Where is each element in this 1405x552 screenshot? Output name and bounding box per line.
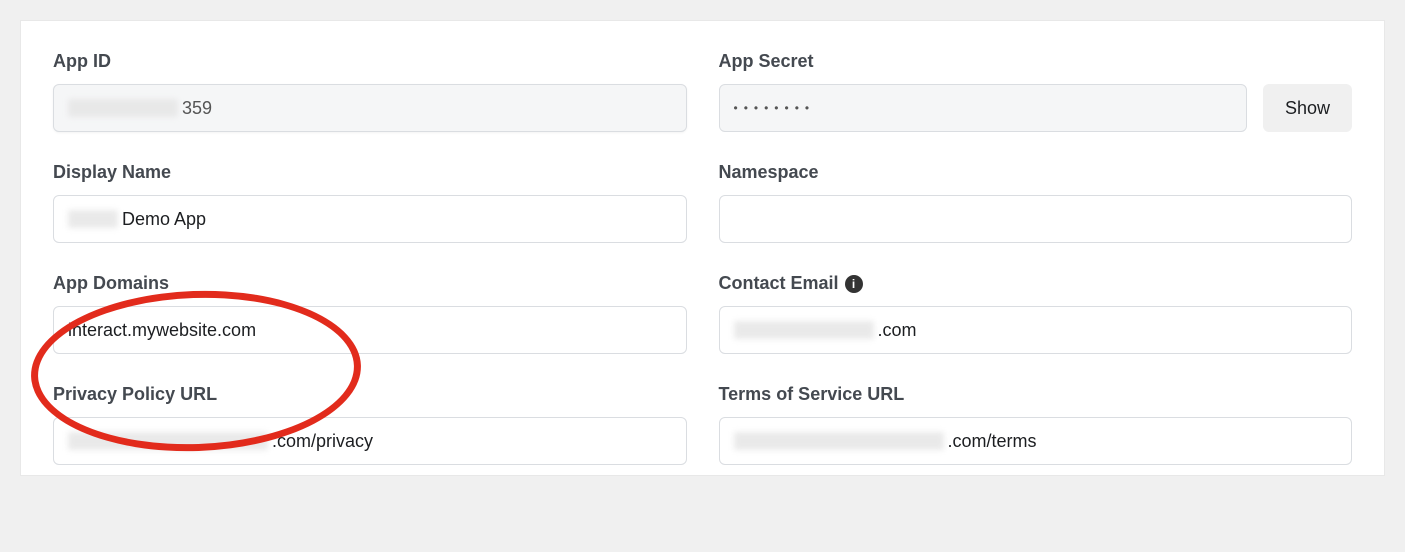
- info-icon[interactable]: i: [845, 275, 863, 293]
- privacy-policy-suffix: .com/privacy: [272, 431, 373, 452]
- app-secret-readonly: ••••••••: [719, 84, 1247, 132]
- field-terms-of-service: Terms of Service URL .com/terms: [719, 384, 1353, 465]
- field-display-name: Display Name Demo App: [53, 162, 687, 243]
- label-app-id: App ID: [53, 51, 687, 72]
- redacted-segment: [68, 99, 178, 117]
- label-contact-email: Contact Email i: [719, 273, 1353, 294]
- terms-of-service-input[interactable]: .com/terms: [719, 417, 1353, 465]
- label-privacy-policy: Privacy Policy URL: [53, 384, 687, 405]
- privacy-policy-input[interactable]: .com/privacy: [53, 417, 687, 465]
- field-app-id: App ID 359: [53, 51, 687, 132]
- settings-panel: App ID 359 App Secret •••••••• Show Disp…: [20, 20, 1385, 476]
- label-namespace: Namespace: [719, 162, 1353, 183]
- label-app-secret: App Secret: [719, 51, 1353, 72]
- field-contact-email: Contact Email i .com: [719, 273, 1353, 354]
- field-app-domains: App Domains: [53, 273, 687, 354]
- redacted-segment: [734, 321, 874, 339]
- label-display-name: Display Name: [53, 162, 687, 183]
- label-app-domains: App Domains: [53, 273, 687, 294]
- contact-email-suffix: .com: [878, 320, 917, 341]
- app-domains-input[interactable]: [53, 306, 687, 354]
- app-secret-mask: ••••••••: [734, 101, 816, 115]
- field-privacy-policy: Privacy Policy URL .com/privacy: [53, 384, 687, 465]
- field-app-secret: App Secret •••••••• Show: [719, 51, 1353, 132]
- redacted-segment: [68, 210, 118, 228]
- terms-of-service-suffix: .com/terms: [948, 431, 1037, 452]
- field-namespace: Namespace: [719, 162, 1353, 243]
- app-id-readonly: 359: [53, 84, 687, 132]
- label-terms-of-service: Terms of Service URL: [719, 384, 1353, 405]
- display-name-input[interactable]: Demo App: [53, 195, 687, 243]
- app-id-suffix: 359: [182, 98, 212, 119]
- contact-email-input[interactable]: .com: [719, 306, 1353, 354]
- namespace-input[interactable]: [719, 195, 1353, 243]
- redacted-segment: [68, 432, 268, 450]
- redacted-segment: [734, 432, 944, 450]
- label-contact-email-text: Contact Email: [719, 273, 839, 294]
- show-secret-button[interactable]: Show: [1263, 84, 1352, 132]
- display-name-suffix: Demo App: [122, 209, 206, 230]
